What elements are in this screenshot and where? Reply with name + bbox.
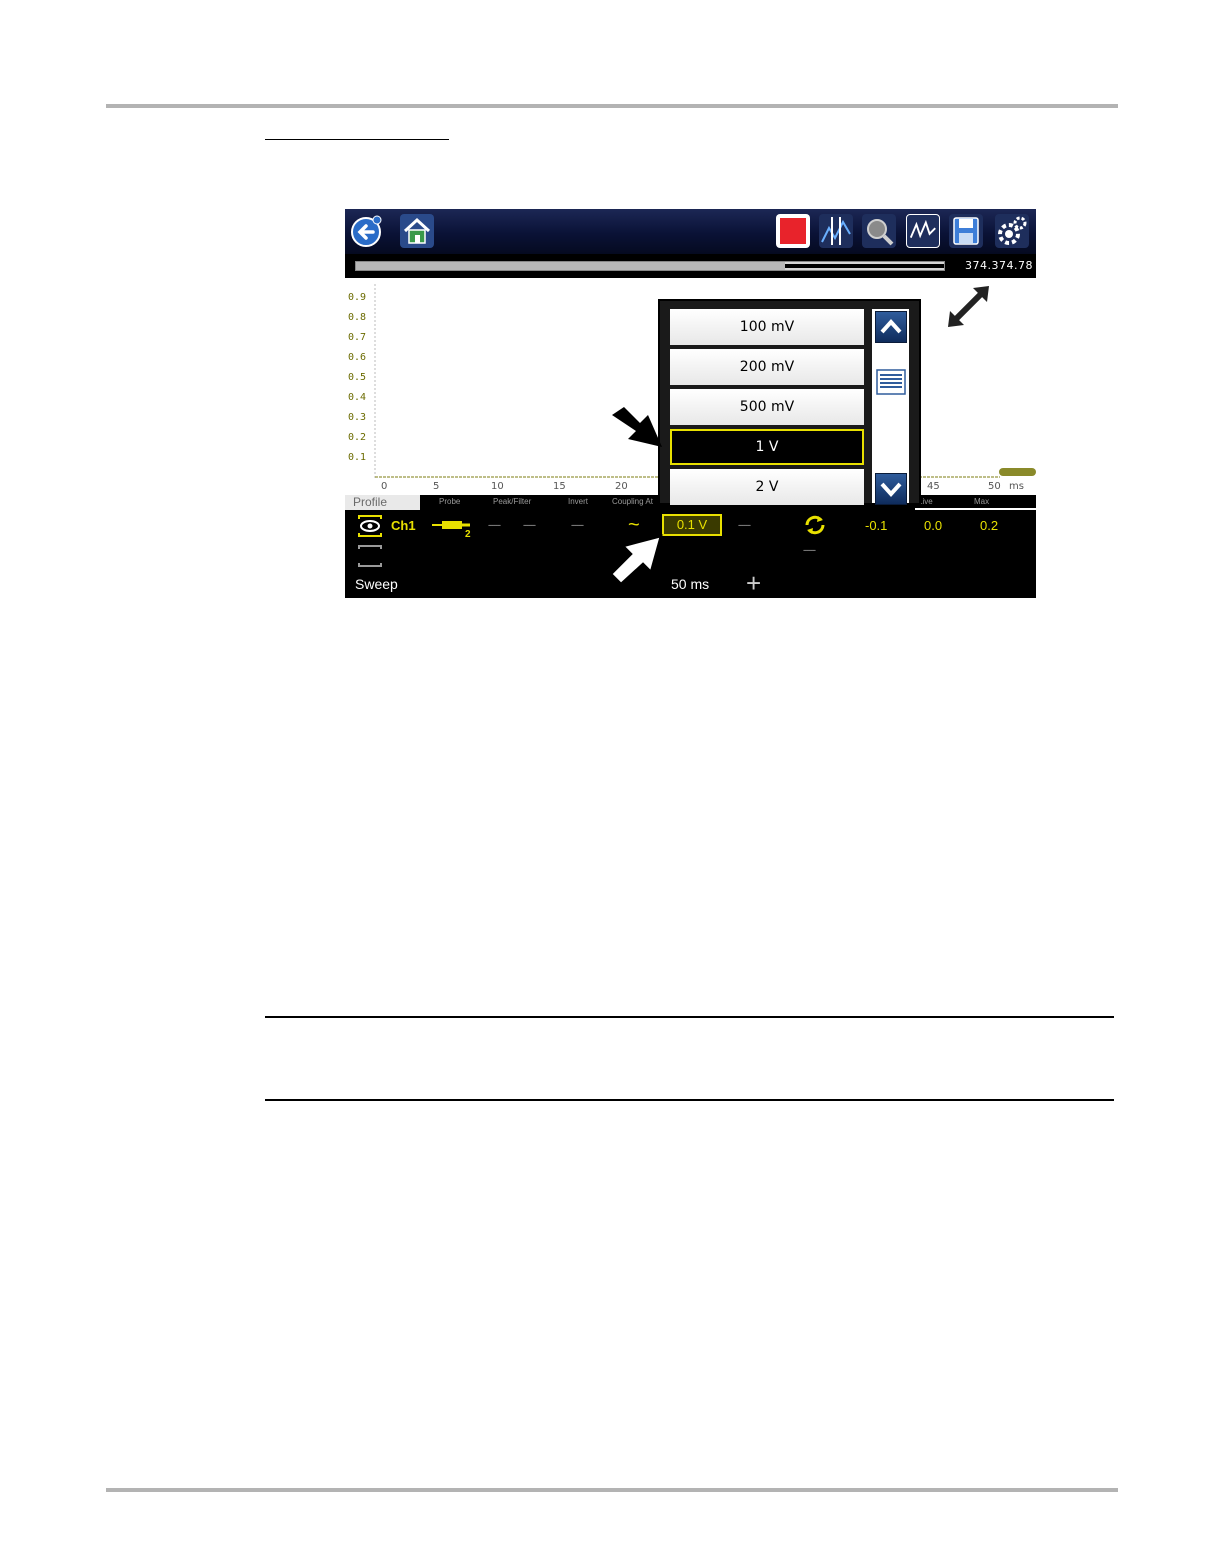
ch2-toggle-icon[interactable] [358,545,382,567]
trigger-refresh-icon[interactable] [803,514,827,536]
header-peak-filter: Peak/Filter [493,497,532,506]
y-tick-label: 0.8 [348,312,366,323]
svg-text:2: 2 [465,529,471,538]
header-invert: Invert [568,497,589,506]
probe-icon[interactable]: 2 [430,516,474,538]
save-button[interactable] [949,214,983,248]
buffer-readout: 374.374.78 [965,259,1033,272]
sweep-label: Sweep [355,576,398,592]
settings-icon [998,216,1027,245]
x-tick-label: 50 [988,481,1001,492]
y-tick-label: 0.6 [348,352,366,363]
record-buffer: 374.374.78 [345,254,1036,278]
scroll-up-button[interactable] [875,311,907,343]
x-tick-label: 5 [433,481,439,492]
live-value: 0.0 [924,518,943,533]
cursors-icon [821,217,851,245]
save-icon [953,217,979,245]
option-500mv[interactable]: 500 mV [670,389,864,425]
y-tick-label: 0.5 [348,372,366,383]
y-tick-label: 0.4 [348,392,366,403]
offset-value: ------ [738,520,751,530]
option-1v[interactable]: 1 V [670,429,864,465]
invert-value: ------ [571,520,584,530]
settings-button[interactable] [995,214,1029,248]
sweep-value[interactable]: 50 ms [671,576,709,592]
sweep-plus-button[interactable]: + [746,568,761,598]
x-unit: ms [1009,481,1024,492]
header-coupling: Coupling At [612,497,653,506]
note-top-rule [265,1016,1114,1018]
max-value: 0.2 [980,518,999,533]
home-icon [403,217,431,244]
probe-value: ------ [488,520,501,530]
y-tick-label: 0.2 [348,432,366,443]
header-rule [106,104,1118,108]
y-tick-label: 0.3 [348,412,366,423]
scroll-thumb-icon[interactable] [876,369,906,395]
profile-tab[interactable]: Profile [345,495,420,510]
peak-filter-value: ------ [523,520,536,530]
callout-arrow-solid [612,407,662,447]
buffer-progress-remaining [785,264,944,268]
top-toolbar [345,209,1036,254]
eye-icon[interactable] [358,515,382,537]
cursors-button[interactable] [819,214,853,248]
channel-name[interactable]: Ch1 [391,518,416,533]
chevron-down-icon [880,482,902,497]
note-bottom-rule [265,1099,1114,1101]
y-tick-label: 0.7 [348,332,366,343]
x-tick-label: 0 [381,481,387,492]
x-tick-label: 15 [553,481,566,492]
option-2v[interactable]: 2 V [670,469,864,505]
min-value: -0.1 [865,518,888,533]
y-tick-labels: 0.9 0.8 0.7 0.6 0.5 0.4 0.3 0.2 0.1 [348,292,366,463]
option-200mv[interactable]: 200 mV [670,349,864,385]
stop-button[interactable] [776,214,810,248]
y-tick-label: 0.1 [348,452,366,463]
expand-icon[interactable] [948,286,989,327]
stop-icon [780,218,806,244]
footer-rule [106,1488,1118,1492]
home-button[interactable] [400,214,434,248]
buffer-progress-fill [356,262,786,270]
y-tick-label: 0.9 [348,292,366,303]
header-max: Max [974,497,990,506]
scope-button[interactable] [906,214,940,248]
dropdown-scrollbar[interactable] [872,309,909,505]
x-tick-label: 20 [615,481,628,492]
buffer-progress-bar[interactable] [355,261,945,271]
x-tick-label: 45 [927,481,940,492]
zoom-button[interactable] [862,214,896,248]
option-100mv[interactable]: 100 mV [670,309,864,345]
x-tick-label: 10 [491,481,504,492]
scroll-down-button[interactable] [875,473,907,505]
trigger-marker[interactable] [999,468,1036,476]
back-icon [351,215,382,247]
scale-value: 0.1 V [676,517,708,532]
trigger-value: ------ [803,545,816,555]
scale-field[interactable]: 0.1 V [662,514,722,536]
zoom-icon [867,219,894,246]
scope-icon [909,219,936,239]
title-underline [265,139,449,140]
channel-panel: Ch1 2 ------ ------ ------ ~ 0.1 V -----… [345,510,1036,598]
scale-dropdown[interactable]: 100 mV 200 mV 500 mV 1 V 2 V [658,299,921,505]
header-probe: Probe [439,497,461,506]
back-button[interactable] [349,214,383,248]
callout-arrow-outline [609,534,663,586]
chevron-up-icon [880,319,902,334]
